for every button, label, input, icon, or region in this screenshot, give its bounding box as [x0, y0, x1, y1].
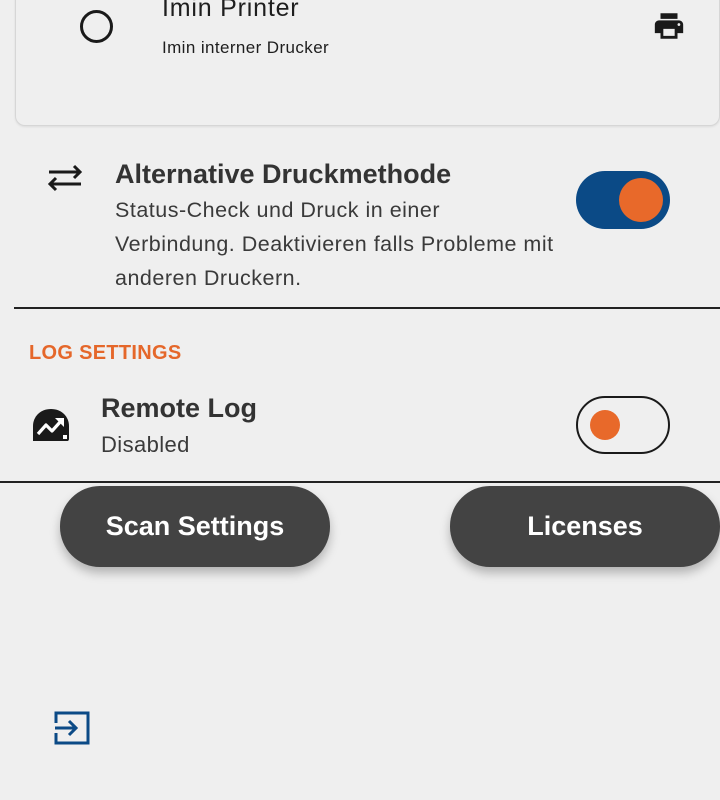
alt-print-title: Alternative Druckmethode — [115, 159, 452, 189]
remote-log-toggle[interactable] — [576, 396, 670, 454]
scan-settings-button[interactable]: Scan Settings — [60, 486, 330, 567]
logout-icon[interactable] — [54, 711, 90, 745]
swap-horizontal-icon — [47, 164, 83, 192]
remote-log-title: Remote Log — [101, 393, 258, 423]
toggle-knob — [590, 410, 620, 440]
print-icon[interactable] — [650, 9, 688, 43]
log-settings-header: LOG SETTINGS — [29, 342, 182, 364]
remote-log-status: Disabled — [101, 432, 190, 457]
divider — [0, 481, 720, 483]
divider — [14, 307, 720, 309]
trending-chart-icon — [33, 409, 69, 441]
printer-title: Imin Printer — [162, 0, 300, 22]
alt-print-description: Status-Check und Druck in einer Verbindu… — [115, 198, 554, 290]
alt-print-toggle[interactable] — [576, 171, 670, 229]
printer-card[interactable]: Imin Printer Imin interner Drucker — [15, 0, 720, 126]
toggle-knob — [619, 178, 663, 222]
printer-radio-button[interactable] — [80, 10, 113, 43]
licenses-button[interactable]: Licenses — [450, 486, 720, 567]
printer-subtitle: Imin interner Drucker — [162, 38, 330, 57]
